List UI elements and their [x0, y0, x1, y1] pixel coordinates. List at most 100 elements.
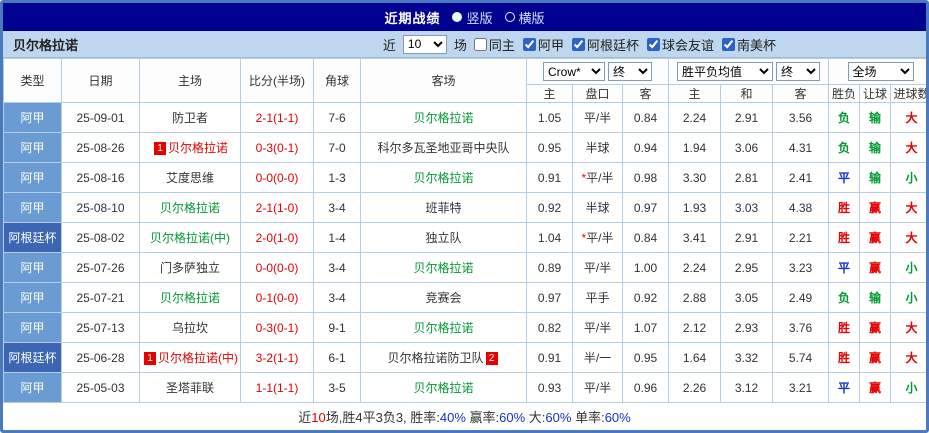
version-radio-option[interactable]: 横版: [504, 8, 545, 27]
away-team-cell: 贝尔格拉诺: [360, 252, 527, 283]
odds-home-cell: 0.93: [526, 372, 573, 403]
handicap-cell: 平/半: [572, 102, 623, 133]
result-goals-cell: 大: [890, 192, 926, 223]
version-radio-option[interactable]: 竖版: [452, 8, 493, 27]
home-team-name[interactable]: 乌拉坎: [172, 321, 208, 335]
avg-final-select[interactable]: 终: [776, 62, 821, 81]
odds-home-cell: 0.91: [526, 342, 573, 373]
filter-checkbox-item[interactable]: 阿根廷杯: [571, 35, 639, 54]
filter-checkbox-label: 同主: [488, 37, 515, 53]
filter-checkbox-item[interactable]: 球会友谊: [646, 35, 714, 54]
away-team-name[interactable]: 贝尔格拉诺: [413, 111, 473, 125]
filter-checkbox[interactable]: [646, 37, 660, 51]
team-name: 贝尔格拉诺: [13, 37, 79, 53]
filter-checkbox-item[interactable]: 南美杯: [721, 35, 776, 54]
filter-checkbox[interactable]: [571, 37, 585, 51]
handicap-text: 平/半: [586, 231, 614, 245]
result-handicap-cell: 赢: [859, 312, 892, 343]
match-row: 阿根廷杯 25-08-02 贝尔格拉诺(中) 2-0(1-0) 1-4 独立队 1.04 *平…: [3, 222, 926, 253]
away-team-name[interactable]: 班菲特: [425, 201, 461, 215]
result-wdl-cell: 胜: [828, 192, 861, 223]
filter-checkbox-item[interactable]: 同主: [473, 35, 515, 54]
home-team-name[interactable]: 贝尔格拉诺: [160, 201, 220, 215]
filter-checkbox[interactable]: [721, 37, 735, 51]
score-cell: 0-3(0-1): [240, 312, 314, 343]
away-team-cell: 贝尔格拉诺防卫队 2: [360, 342, 527, 373]
avg-home-cell: 1.94: [668, 132, 722, 163]
away-team-name[interactable]: 科尔多瓦圣地亚哥中央队: [377, 141, 509, 155]
results-table: 类型 日期 主场 比分(半场) 角球 客场 Crow* 终 胜平负均值 终 全场…: [3, 58, 926, 403]
home-team-name[interactable]: 圣塔菲联: [166, 381, 214, 395]
subcol-result-wdl: 胜负: [828, 84, 861, 103]
away-team-name[interactable]: 贝尔格拉诺: [413, 261, 473, 275]
radio-icon[interactable]: [504, 12, 515, 22]
result-wdl-cell: 负: [828, 132, 861, 163]
avg-away-cell: 2.49: [772, 282, 830, 313]
home-team-name[interactable]: 贝尔格拉诺(中): [150, 231, 230, 245]
away-team-name[interactable]: 贝尔格拉诺: [413, 171, 473, 185]
match-date-cell: 25-08-10: [61, 192, 140, 223]
avg-away-cell: 3.21: [772, 372, 830, 403]
home-team-name[interactable]: 防卫者: [172, 111, 208, 125]
match-count-select[interactable]: 10: [402, 34, 447, 54]
avg-type-select[interactable]: 胜平负均值: [677, 62, 774, 81]
avg-home-cell: 2.26: [668, 372, 722, 403]
score-cell: 3-2(1-1): [240, 342, 314, 373]
away-team-name[interactable]: 竞赛会: [425, 291, 461, 305]
result-wdl-cell: 平: [828, 372, 861, 403]
odds-away-cell: 1.00: [621, 252, 670, 283]
result-wdl-cell: 平: [828, 162, 861, 193]
corners-cell: 1-4: [313, 222, 361, 253]
match-row: 阿甲 25-07-13 乌拉坎 0-3(0-1) 9-1 贝尔格拉诺 0.82 平/半 1.07…: [3, 312, 926, 343]
result-wdl-cell: 负: [828, 102, 861, 133]
result-wdl-cell: 负: [828, 282, 861, 313]
away-team-name[interactable]: 贝尔格拉诺: [413, 381, 473, 395]
match-row: 阿根廷杯 25-06-28 1 贝尔格拉诺(中) 3-2(1-1) 6-1 贝尔格拉诺防卫队…: [3, 342, 926, 373]
home-team-name[interactable]: 贝尔格拉诺: [168, 141, 228, 155]
scope-select[interactable]: 全场: [847, 62, 914, 81]
avg-away-cell: 5.74: [772, 342, 830, 373]
summary-segment: 60%: [604, 410, 631, 425]
filter-checkbox-label: 阿甲: [537, 37, 564, 53]
corners-cell: 9-1: [313, 312, 361, 343]
avg-home-cell: 2.24: [668, 102, 722, 133]
odds-final-select[interactable]: 终: [608, 62, 652, 81]
score-cell: 2-0(1-0): [240, 222, 314, 253]
red-card-badge: 1: [153, 142, 166, 155]
away-team-name[interactable]: 贝尔格拉诺: [413, 321, 473, 335]
filter-checkbox[interactable]: [522, 37, 536, 51]
avg-away-cell: 3.56: [772, 102, 830, 133]
odds-home-cell: 0.92: [526, 192, 573, 223]
home-team-name[interactable]: 贝尔格拉诺: [160, 291, 220, 305]
home-team-name[interactable]: 门多萨独立: [160, 261, 220, 275]
corners-cell: 3-4: [313, 252, 361, 283]
red-card-badge: 1: [144, 352, 156, 365]
odds-away-cell: 0.84: [621, 222, 670, 253]
radio-icon[interactable]: [452, 12, 463, 22]
away-team-name[interactable]: 独立队: [425, 231, 461, 245]
summary-text: 近10场,胜4平3负3, 胜率:40% 赢率:60% 大:60% 单率:60%: [298, 407, 630, 426]
odds-away-cell: 0.94: [621, 132, 670, 163]
filter-checkbox[interactable]: [473, 37, 487, 51]
home-team-name[interactable]: 艾度思维: [166, 171, 214, 185]
handicap-cell: 平手: [572, 282, 623, 313]
score-cell: 0-0(0-0): [240, 252, 314, 283]
result-goals-cell: 大: [890, 102, 926, 133]
handicap-text: 平/半: [583, 261, 612, 275]
handicap-text: 半球: [585, 141, 610, 155]
away-team-name[interactable]: 贝尔格拉诺防卫队: [387, 351, 483, 365]
match-date-cell: 25-05-03: [61, 372, 140, 403]
avg-home-cell: 2.12: [668, 312, 722, 343]
league-type-cell: 阿根廷杯: [3, 222, 62, 253]
odds-home-cell: 0.82: [526, 312, 573, 343]
home-team-name[interactable]: 贝尔格拉诺(中): [158, 351, 238, 365]
away-team-cell: 贝尔格拉诺: [360, 372, 527, 403]
odds-company-select[interactable]: Crow*: [543, 62, 605, 81]
avg-home-cell: 1.93: [668, 192, 722, 223]
away-team-cell: 贝尔格拉诺: [360, 312, 527, 343]
filter-checkbox-item[interactable]: 阿甲: [522, 35, 564, 54]
match-date-cell: 25-06-28: [61, 342, 140, 373]
league-type-cell: 阿甲: [3, 162, 62, 193]
home-team-cell: 1 贝尔格拉诺: [139, 132, 241, 163]
league-filters: 同主 阿甲 阿根廷杯 球会友谊 南美杯: [473, 35, 776, 54]
